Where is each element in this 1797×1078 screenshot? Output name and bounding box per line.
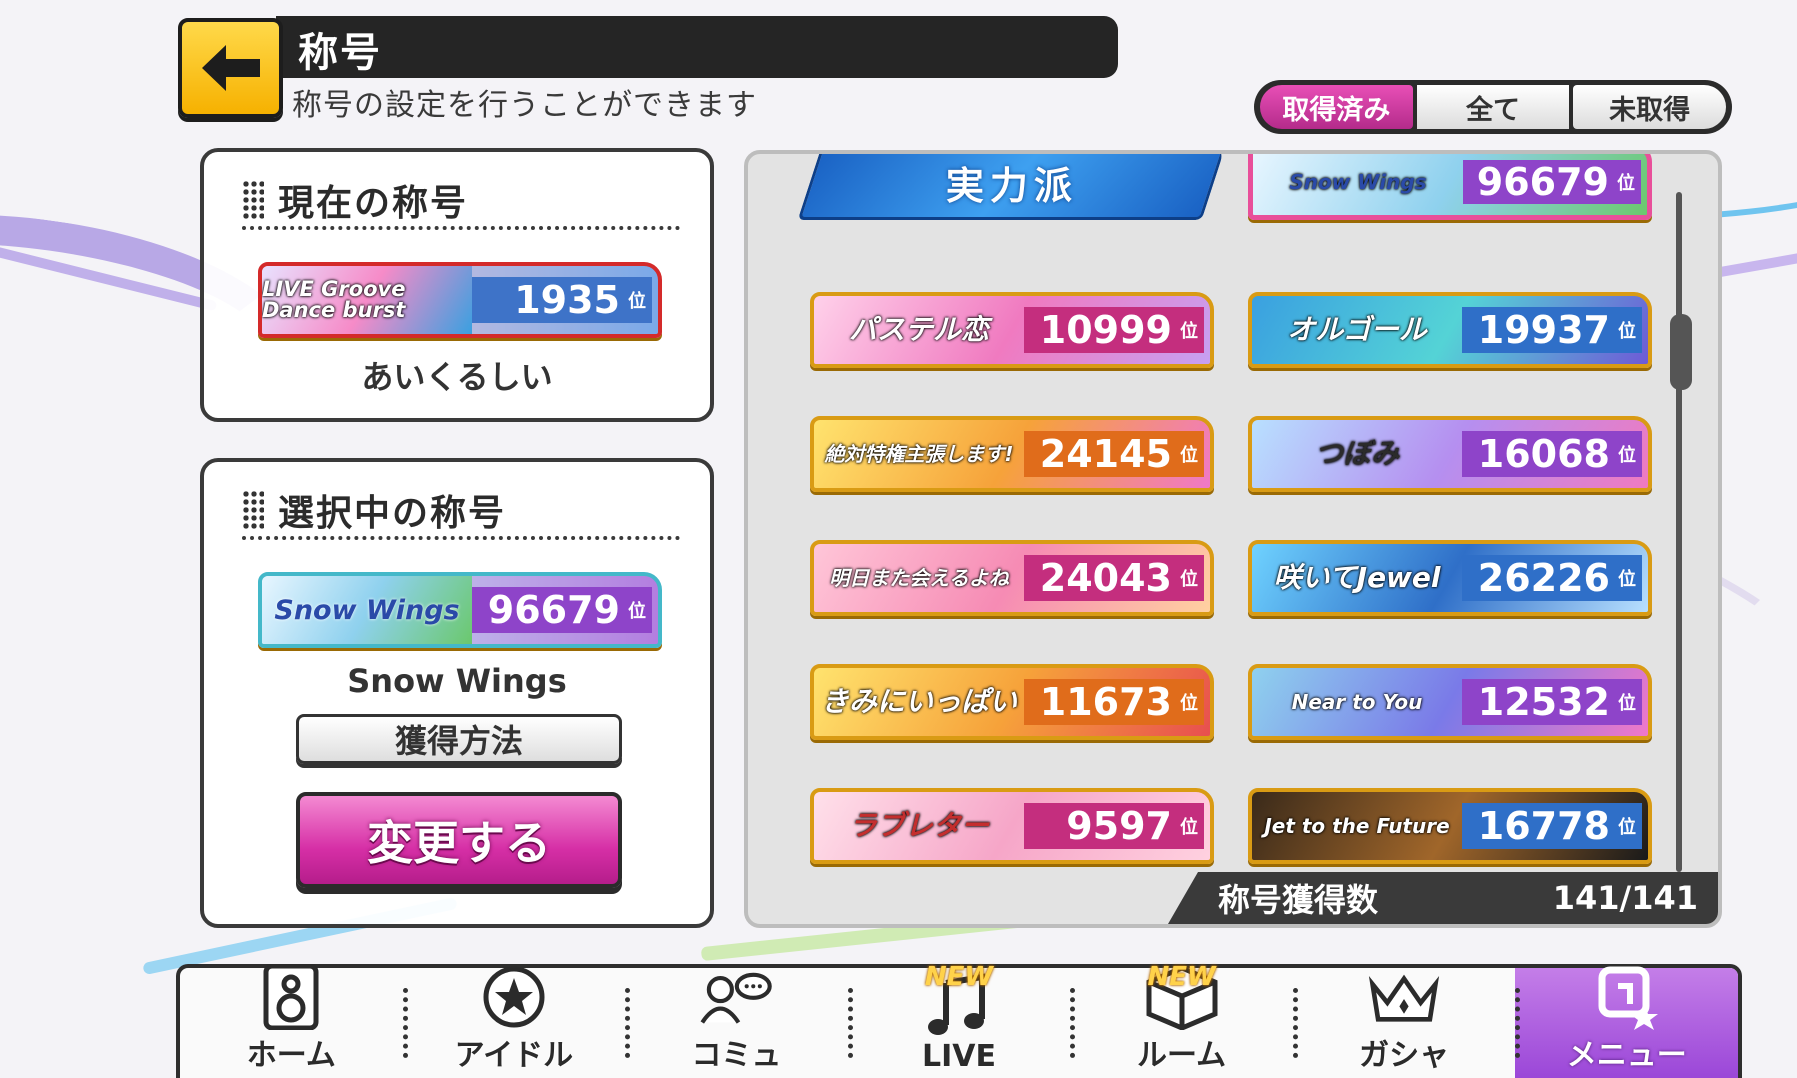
selected-title-name: Snow Wings bbox=[347, 662, 567, 700]
title-list-item-text: 実力派 bbox=[945, 163, 1078, 208]
title-list-item[interactable]: オルゴール 19937 位 bbox=[1248, 292, 1652, 368]
scrollbar-thumb[interactable] bbox=[1670, 314, 1692, 390]
grip-icon bbox=[242, 490, 264, 530]
selected-title-heading-text: 選択中の称号 bbox=[278, 493, 507, 534]
nav-label: ガシャ bbox=[1359, 1038, 1450, 1073]
current-title-heading: 現在の称号 bbox=[242, 174, 680, 230]
nav-label: ホーム bbox=[246, 1038, 336, 1073]
title-list-item[interactable]: 明日また会えるよね 24043 位 bbox=[810, 540, 1214, 616]
title-list-item[interactable]: Near to You 12532 位 bbox=[1248, 664, 1652, 740]
nav-gacha[interactable]: ガシャ bbox=[1292, 968, 1516, 1078]
title-list-item-rank: 10999 位 bbox=[1024, 306, 1204, 354]
new-badge: NEW bbox=[1147, 962, 1216, 992]
selected-title-rank: 96679 位 bbox=[472, 586, 652, 634]
title-list-item-text: Jet to the Future bbox=[1264, 814, 1450, 838]
title-list-item[interactable]: きみにいっぱい 11673 位 bbox=[810, 664, 1214, 740]
nav-home[interactable]: ホーム bbox=[180, 964, 403, 1078]
current-title-badge-art: LIVE Groove Dance burst bbox=[262, 266, 472, 334]
title-list-item[interactable]: パステル恋 10999 位 bbox=[810, 292, 1214, 368]
nav-live[interactable]: NEW LIVE bbox=[847, 962, 1071, 1078]
grip-icon bbox=[242, 180, 264, 220]
title-list-item[interactable]: Snow Wings 96679 位 bbox=[1248, 154, 1652, 220]
back-arrow-icon bbox=[201, 45, 260, 91]
title-list-item-text: パステル恋 bbox=[848, 313, 989, 346]
title-list-item-text: 明日また会えるよね bbox=[829, 566, 1009, 590]
back-button[interactable] bbox=[178, 18, 283, 118]
title-list-item-rank: 16068 位 bbox=[1462, 430, 1642, 478]
title-list-item-text: 咲いてJewel bbox=[1273, 561, 1441, 594]
title-list-item-rank: 24145 位 bbox=[1024, 430, 1204, 478]
how-to-get-button[interactable]: 獲得方法 bbox=[296, 714, 622, 764]
title-count-bar: 称号獲得数 141/141 bbox=[1168, 872, 1718, 924]
star-badge-icon bbox=[477, 964, 551, 1030]
selected-title-heading: 選択中の称号 bbox=[242, 484, 680, 540]
title-list-item-rank: 11673 位 bbox=[1024, 678, 1204, 726]
nav-label: コミュ bbox=[691, 1038, 782, 1073]
speaker-icon bbox=[254, 964, 328, 1030]
selected-title-badge-art: Snow Wings bbox=[262, 576, 472, 644]
title-count-label: 称号獲得数 bbox=[1218, 881, 1379, 919]
nav-menu[interactable]: メニュー bbox=[1515, 966, 1739, 1078]
page-title: 称号 bbox=[298, 30, 382, 76]
filter-unacquired[interactable]: 未取得 bbox=[1573, 85, 1727, 129]
nav-room[interactable]: NEW ルーム bbox=[1070, 962, 1293, 1078]
nav-idol[interactable]: アイドル bbox=[402, 966, 626, 1078]
current-title-rank: 1935 位 bbox=[472, 276, 652, 324]
current-title-panel: 現在の称号 LIVE Groove Dance burst 1935 位 あいく… bbox=[200, 148, 714, 422]
new-badge: NEW bbox=[924, 962, 994, 992]
title-grid: 実力派 Snow Wings 96679 位パステル恋 10999 位 オルゴール 19937… bbox=[748, 154, 1668, 880]
title-list-item[interactable]: 咲いてJewel 26226 位 bbox=[1248, 540, 1652, 616]
title-list-item-text: ラブレター bbox=[848, 809, 989, 842]
current-title-name: あいくるしい bbox=[361, 358, 553, 396]
title-list-item-rank: 26226 位 bbox=[1462, 554, 1642, 602]
filter-all[interactable]: 全て bbox=[1416, 85, 1570, 129]
bottom-nav: ホーム アイドル コミュ NEW LIVE NEW ルーム ガシャ メニュー bbox=[176, 962, 1742, 1078]
selected-title-panel: 選択中の称号 Snow Wings 96679 位 Snow Wings 獲得方… bbox=[200, 458, 714, 928]
title-count-value: 141/141 bbox=[1552, 879, 1698, 917]
title-list-item-rank: 12532 位 bbox=[1462, 678, 1642, 726]
title-list-item[interactable]: ラブレター 9597 位 bbox=[810, 788, 1214, 864]
title-list-item[interactable]: 実力派 bbox=[797, 154, 1227, 220]
chat-person-icon bbox=[699, 964, 773, 1030]
title-list-item[interactable]: つぼみ 16068 位 bbox=[1248, 416, 1652, 492]
title-list-item-text: きみにいっぱい bbox=[820, 685, 1017, 718]
title-list-item-rank: 24043 位 bbox=[1024, 554, 1204, 602]
selected-title-badge: Snow Wings 96679 位 bbox=[258, 572, 662, 648]
menu-icon bbox=[1590, 964, 1664, 1030]
filter-tabs: 取得済み 全て 未取得 bbox=[1254, 80, 1732, 134]
title-list-item[interactable]: Jet to the Future 16778 位 bbox=[1248, 788, 1652, 864]
title-list-item-rank: 96679 位 bbox=[1463, 159, 1641, 205]
nav-commu[interactable]: コミュ bbox=[625, 968, 848, 1078]
nav-label: LIVE bbox=[922, 1039, 997, 1074]
title-list-item-text: オルゴール bbox=[1287, 313, 1427, 346]
nav-label: メニュー bbox=[1566, 1038, 1687, 1073]
current-title-heading-text: 現在の称号 bbox=[278, 183, 469, 224]
title-list-item-text: Snow Wings bbox=[1289, 170, 1427, 194]
title-list-item-rank: 16778 位 bbox=[1462, 802, 1642, 850]
scrollbar-track[interactable] bbox=[1676, 192, 1682, 872]
title-list-item-rank: 19937 位 bbox=[1462, 306, 1642, 354]
nav-label: ルーム bbox=[1137, 1038, 1227, 1073]
title-list-item-text: 絶対特権主張します! bbox=[824, 442, 1014, 466]
title-list-panel: 実力派 Snow Wings 96679 位パステル恋 10999 位 オルゴール 19937… bbox=[744, 150, 1722, 928]
nav-label: アイドル bbox=[454, 1038, 574, 1073]
current-title-badge: LIVE Groove Dance burst 1935 位 bbox=[258, 262, 662, 338]
crown-icon bbox=[1367, 968, 1441, 1030]
title-list-item-text: つぼみ bbox=[1314, 437, 1399, 470]
title-list-item[interactable]: 絶対特権主張します! 24145 位 bbox=[810, 416, 1214, 492]
title-list-item-text: Near to You bbox=[1291, 690, 1423, 714]
change-button[interactable]: 変更する bbox=[296, 792, 622, 888]
title-bar bbox=[276, 16, 1118, 78]
page-subtitle: 称号の設定を行うことができます bbox=[292, 88, 757, 123]
title-list-item-rank: 9597 位 bbox=[1024, 802, 1204, 850]
filter-acquired[interactable]: 取得済み bbox=[1260, 85, 1413, 129]
